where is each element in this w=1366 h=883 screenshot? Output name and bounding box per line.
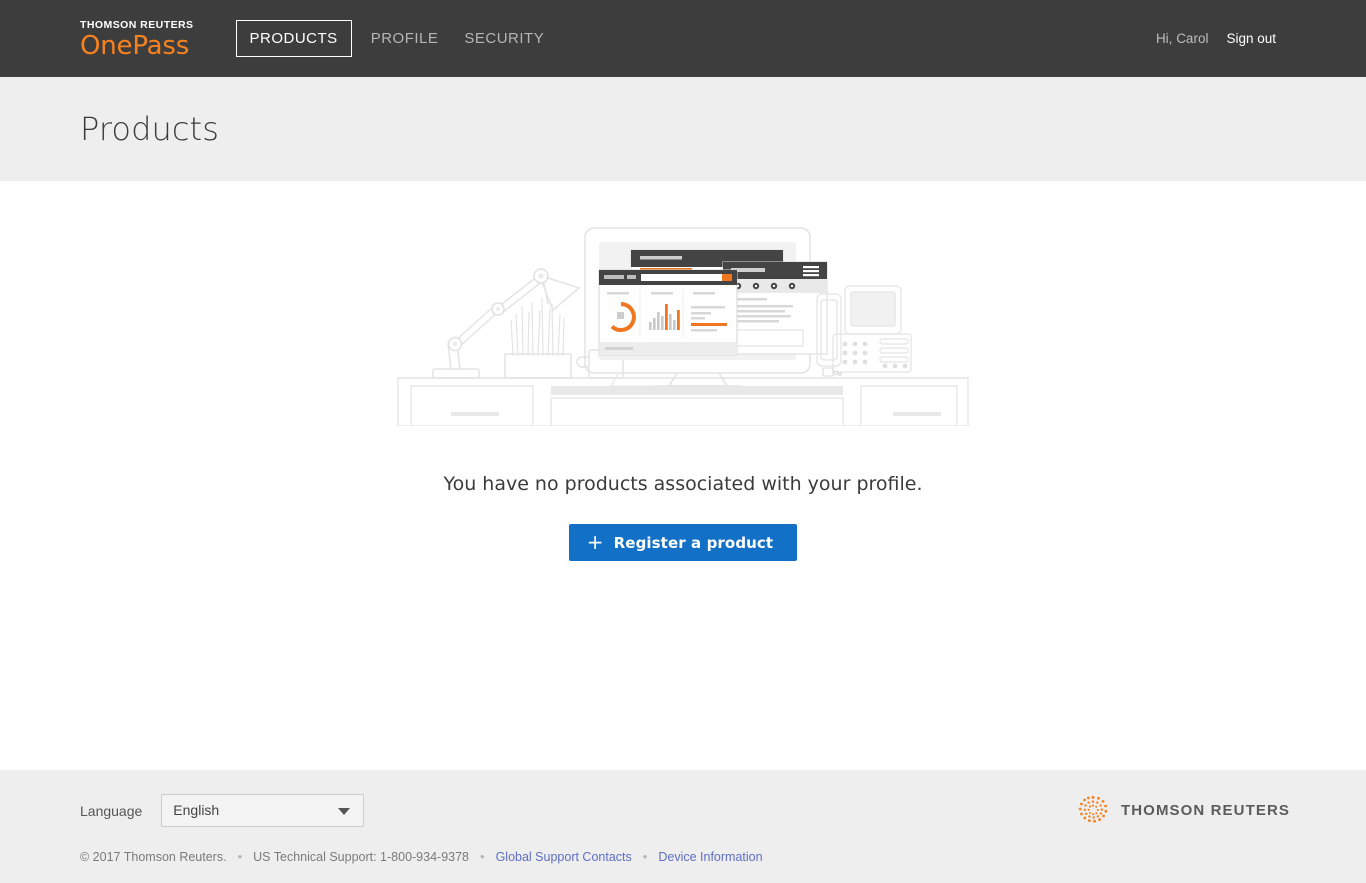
- page-title: Products: [80, 110, 219, 148]
- thomson-reuters-footer-text: THOMSON REUTERS: [1121, 802, 1290, 819]
- plus-icon: +: [587, 532, 604, 552]
- empty-state-desk-illustration: [393, 226, 973, 426]
- language-label: Language: [80, 803, 142, 819]
- nav-tab-profile[interactable]: PROFILE: [358, 20, 452, 57]
- logo-product-text: OnePass: [80, 33, 194, 59]
- register-product-button[interactable]: + Register a product: [569, 524, 797, 561]
- sign-out-link[interactable]: Sign out: [1226, 31, 1276, 46]
- logo-brand-text: THOMSON REUTERS: [80, 20, 194, 31]
- global-support-contacts-link[interactable]: Global Support Contacts: [496, 850, 632, 864]
- footer-separator-2: •: [480, 849, 485, 864]
- empty-state-message: You have no products associated with you…: [443, 473, 922, 495]
- footer-separator-1: •: [238, 849, 243, 864]
- footer-separator-3: •: [643, 849, 648, 864]
- register-product-label: Register a product: [614, 534, 774, 552]
- page-title-band: Products: [0, 77, 1366, 181]
- device-information-link[interactable]: Device Information: [658, 850, 762, 864]
- footer-legal-row: © 2017 Thomson Reuters. • US Technical S…: [80, 849, 1286, 864]
- thomson-reuters-mark-icon: [1077, 794, 1109, 826]
- header-user-area: Hi, Carol Sign out: [1156, 31, 1276, 46]
- onepass-logo[interactable]: THOMSON REUTERS OnePass: [80, 18, 194, 59]
- nav-tab-products[interactable]: PRODUCTS: [236, 20, 352, 57]
- language-select-wrapper: English: [161, 794, 364, 827]
- site-footer: Language English T: [0, 770, 1366, 883]
- primary-navigation: PRODUCTS PROFILE SECURITY: [236, 20, 558, 57]
- language-select[interactable]: English: [161, 794, 364, 827]
- user-greeting: Hi, Carol: [1156, 31, 1209, 46]
- thomson-reuters-footer-logo: THOMSON REUTERS: [1077, 794, 1290, 826]
- nav-tab-security[interactable]: SECURITY: [451, 20, 557, 57]
- support-phone-text: US Technical Support: 1-800-934-9378: [253, 850, 469, 864]
- site-header: THOMSON REUTERS OnePass PRODUCTS PROFILE…: [0, 0, 1366, 77]
- copyright-text: © 2017 Thomson Reuters.: [80, 850, 227, 864]
- main-content: You have no products associated with you…: [0, 181, 1366, 770]
